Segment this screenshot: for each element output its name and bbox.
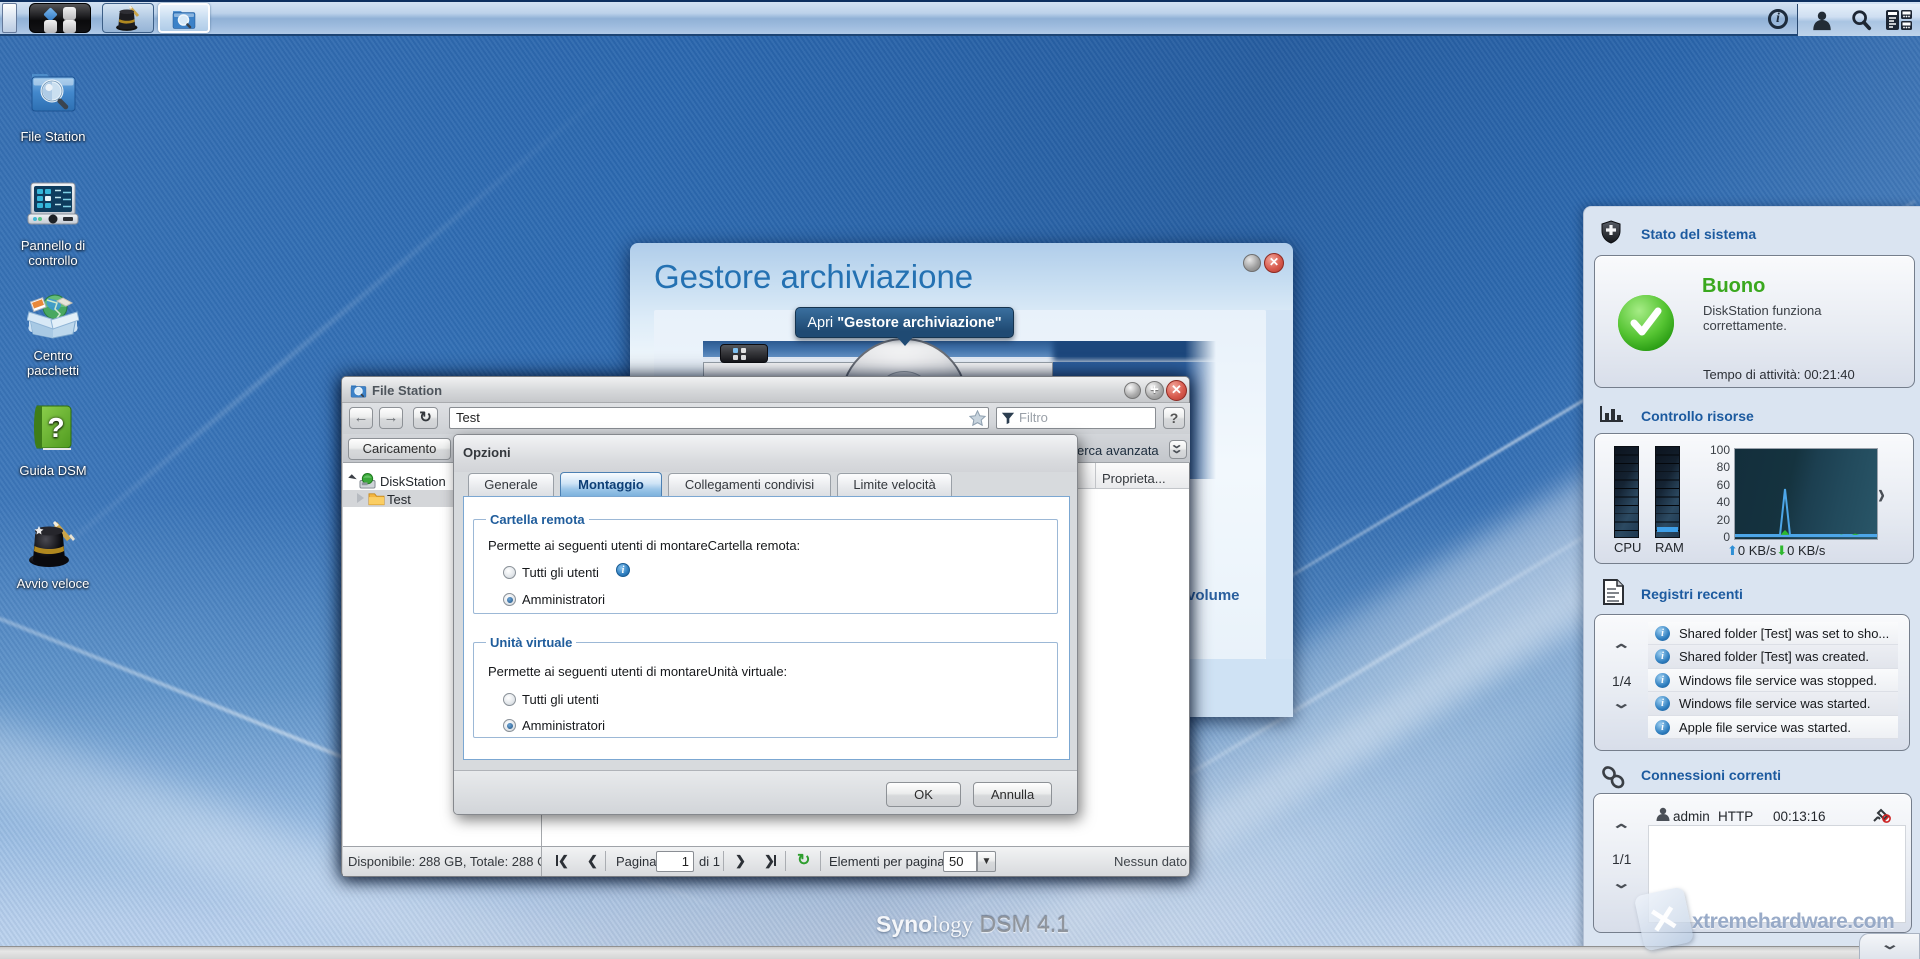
svg-text:?: ? (47, 412, 64, 443)
